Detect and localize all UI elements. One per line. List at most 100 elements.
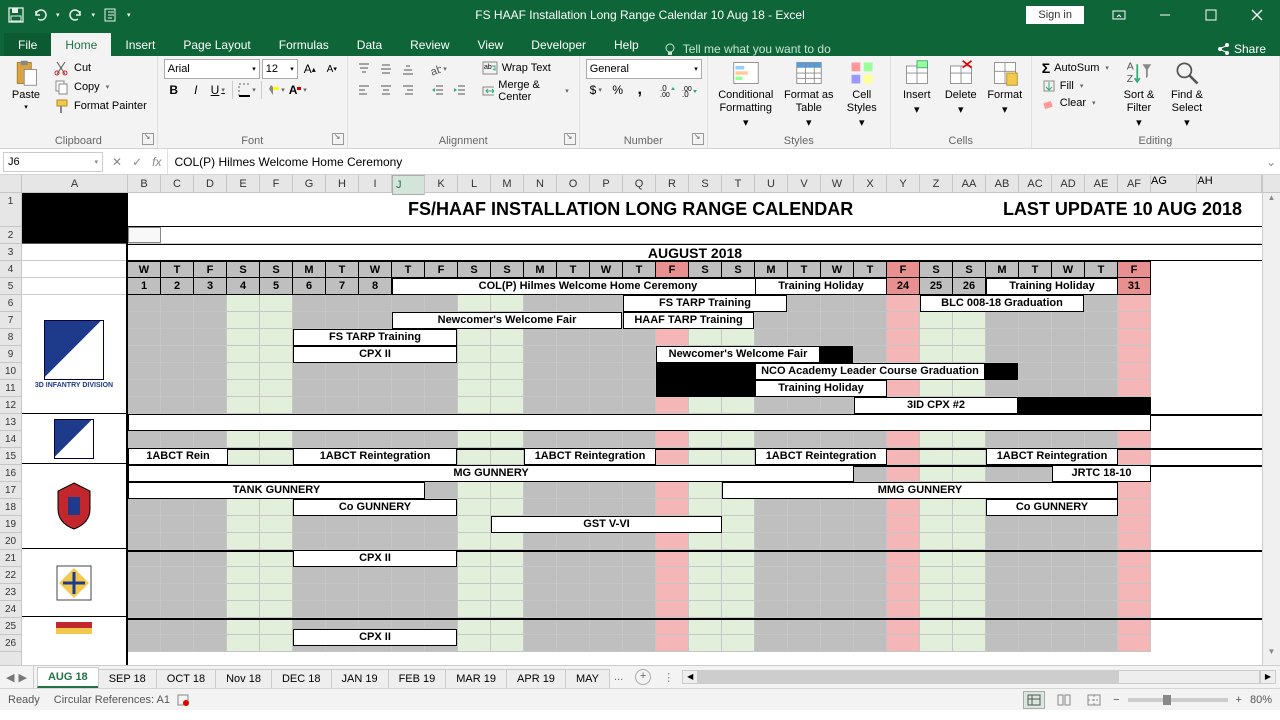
cell[interactable] [1085, 312, 1118, 329]
col-header-K[interactable]: K [425, 175, 458, 192]
cell[interactable] [524, 431, 557, 448]
cell[interactable] [557, 346, 590, 363]
col-header-E[interactable]: E [227, 175, 260, 192]
align-right-icon[interactable] [398, 80, 418, 100]
cell[interactable] [524, 601, 557, 618]
cell[interactable] [755, 397, 788, 414]
cell[interactable] [821, 499, 854, 516]
cell[interactable] [821, 533, 854, 550]
row-header-20[interactable]: 20 [0, 533, 21, 550]
cell[interactable] [986, 618, 1019, 635]
cell[interactable] [656, 618, 689, 635]
cell[interactable] [722, 499, 755, 516]
cell[interactable] [854, 329, 887, 346]
col-header-AG[interactable]: AG [1151, 175, 1197, 192]
cell[interactable] [293, 397, 326, 414]
cell[interactable] [458, 635, 491, 652]
col-header-U[interactable]: U [755, 175, 788, 192]
cell[interactable] [161, 380, 194, 397]
font-color-button[interactable]: A [288, 80, 308, 100]
cell[interactable] [260, 550, 293, 567]
cell[interactable] [821, 397, 854, 414]
cell[interactable] [128, 380, 161, 397]
enter-formula-icon[interactable]: ✓ [132, 155, 142, 169]
horizontal-scrollbar[interactable]: ◀ ▶ [678, 670, 1280, 684]
cell[interactable] [689, 397, 722, 414]
align-bottom-icon[interactable] [398, 59, 418, 79]
cell[interactable] [788, 499, 821, 516]
format-as-table-button[interactable]: Format as Table ▾ [782, 59, 836, 131]
cell[interactable] [392, 363, 425, 380]
cell[interactable] [458, 295, 491, 312]
cell[interactable] [953, 329, 986, 346]
row-header-7[interactable]: 7 [0, 312, 21, 329]
cell[interactable] [920, 346, 953, 363]
cell[interactable] [821, 618, 854, 635]
cell[interactable] [557, 550, 590, 567]
cell[interactable] [788, 312, 821, 329]
cell[interactable] [524, 346, 557, 363]
cell[interactable] [623, 635, 656, 652]
cell[interactable] [557, 533, 590, 550]
cell[interactable] [656, 635, 689, 652]
cell[interactable] [788, 431, 821, 448]
cell[interactable] [953, 431, 986, 448]
insert-cells-button[interactable]: Insert ▾ [897, 59, 937, 117]
cell[interactable] [590, 584, 623, 601]
col-header-R[interactable]: R [656, 175, 689, 192]
cell[interactable] [788, 584, 821, 601]
tell-me-search[interactable]: Tell me what you want to do [653, 42, 841, 56]
cell[interactable] [194, 550, 227, 567]
cell[interactable] [293, 363, 326, 380]
event-mmg-gunnery[interactable]: MMG GUNNERY [722, 482, 1118, 499]
conditional-formatting-button[interactable]: Conditional Formatting ▾ [714, 59, 778, 131]
cell[interactable] [722, 431, 755, 448]
cell[interactable] [557, 601, 590, 618]
cell[interactable] [623, 601, 656, 618]
tab-formulas[interactable]: Formulas [265, 33, 343, 56]
cell[interactable] [293, 431, 326, 448]
cell[interactable] [920, 312, 953, 329]
cell[interactable] [392, 380, 425, 397]
clear-button[interactable]: Clear [1038, 95, 1113, 111]
cell[interactable] [722, 601, 755, 618]
cell[interactable] [359, 533, 392, 550]
cell[interactable] [986, 465, 1019, 482]
cell[interactable] [458, 533, 491, 550]
cell[interactable] [953, 618, 986, 635]
event-abct-reint4[interactable]: 1ABCT Reintegration [986, 448, 1118, 465]
cell[interactable] [1019, 635, 1052, 652]
cell[interactable] [986, 329, 1019, 346]
quickprint-icon[interactable] [103, 7, 119, 23]
cell[interactable] [227, 363, 260, 380]
cell[interactable] [854, 295, 887, 312]
hscroll-left-icon[interactable]: ◀ [682, 670, 698, 684]
row-header-13[interactable]: 13 [0, 414, 21, 431]
decrease-font-icon[interactable]: A▾ [322, 59, 342, 79]
paste-button[interactable]: Paste▾ [6, 59, 46, 113]
alignment-dialog-launcher[interactable] [564, 133, 576, 145]
cell[interactable] [359, 312, 392, 329]
event-abct-rein[interactable]: 1ABCT Rein [128, 448, 228, 465]
font-dialog-launcher[interactable] [332, 133, 344, 145]
cell[interactable] [986, 550, 1019, 567]
cell[interactable] [722, 533, 755, 550]
cell[interactable] [491, 380, 524, 397]
cell[interactable] [524, 618, 557, 635]
cell[interactable] [953, 465, 986, 482]
cell[interactable] [491, 431, 524, 448]
cell[interactable] [656, 601, 689, 618]
cell[interactable] [524, 397, 557, 414]
cell[interactable] [194, 312, 227, 329]
cell[interactable] [821, 635, 854, 652]
cell[interactable] [1118, 533, 1151, 550]
borders-button[interactable] [237, 80, 257, 100]
cell[interactable] [425, 295, 458, 312]
cell[interactable] [788, 329, 821, 346]
cell[interactable] [854, 584, 887, 601]
cell[interactable] [557, 329, 590, 346]
col-header-B[interactable]: B [128, 175, 161, 192]
cell[interactable] [953, 533, 986, 550]
cell[interactable] [326, 516, 359, 533]
cell[interactable] [425, 584, 458, 601]
